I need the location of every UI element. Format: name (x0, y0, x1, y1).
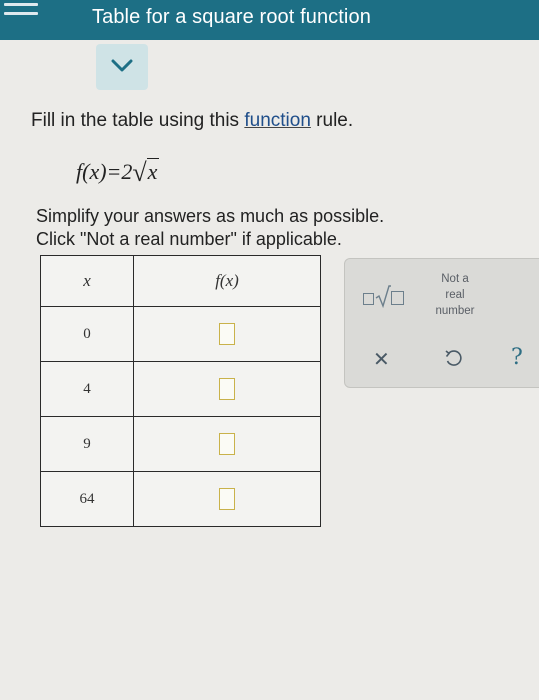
x-value: 0 (40, 306, 134, 362)
not-real-label-line3: number (435, 305, 475, 317)
fx-cell (133, 306, 321, 362)
coefficient-box-icon (363, 293, 374, 305)
table-row: 4 (40, 361, 321, 417)
not-real-label-line2: real (445, 289, 465, 301)
menu-icon[interactable] (4, 0, 38, 40)
fx-cell (133, 416, 321, 472)
undo-button[interactable] (443, 349, 463, 369)
square-root-template-button[interactable] (363, 281, 413, 311)
radicand-box-icon (391, 291, 404, 305)
table-header-row: x f(x) (40, 255, 321, 307)
column-header-x: x (40, 255, 134, 307)
table-row: 0 (40, 306, 321, 362)
instruction-text: Fill in the table using this function ru… (31, 110, 354, 131)
answer-input[interactable] (219, 433, 235, 455)
help-button[interactable]: ? (511, 345, 523, 370)
fx-cell (133, 361, 321, 417)
fx-cell (133, 471, 321, 527)
answer-input[interactable] (219, 378, 235, 400)
x-value: 9 (40, 416, 134, 472)
function-rule: f(x)=2√x (76, 156, 160, 187)
not-real-label-line1: Not a (441, 273, 469, 285)
x-value: 64 (40, 471, 134, 527)
table-row: 9 (40, 416, 321, 472)
collapse-header-button[interactable] (96, 44, 148, 90)
function-link[interactable]: function (244, 110, 311, 131)
clear-button[interactable]: ✕ (373, 347, 390, 372)
instruction-not-real: Click "Not a real number" if applicable. (36, 229, 342, 249)
undo-icon (445, 350, 462, 366)
formula-radicand: x (146, 158, 160, 184)
header-bar: Table for a square root function (0, 0, 539, 40)
square-root-template-icon (375, 285, 391, 308)
math-keypad: Not a real number ✕ ? (344, 258, 539, 388)
formula-lhs: f(x)=2 (76, 159, 133, 184)
x-value: 4 (40, 361, 134, 417)
table-row: 64 (40, 471, 321, 527)
instruction-simplify: Simplify your answers as much as possibl… (36, 206, 385, 226)
chevron-down-icon (111, 59, 133, 72)
answer-input[interactable] (219, 488, 235, 510)
page-title: Table for a square root function (92, 6, 371, 28)
not-a-real-number-button[interactable]: Not a real number (427, 271, 483, 319)
square-root: √x (132, 158, 160, 187)
values-table: x f(x) 0 4 9 64 (40, 255, 321, 527)
column-header-fx: f(x) (133, 255, 321, 307)
answer-input[interactable] (219, 323, 235, 345)
